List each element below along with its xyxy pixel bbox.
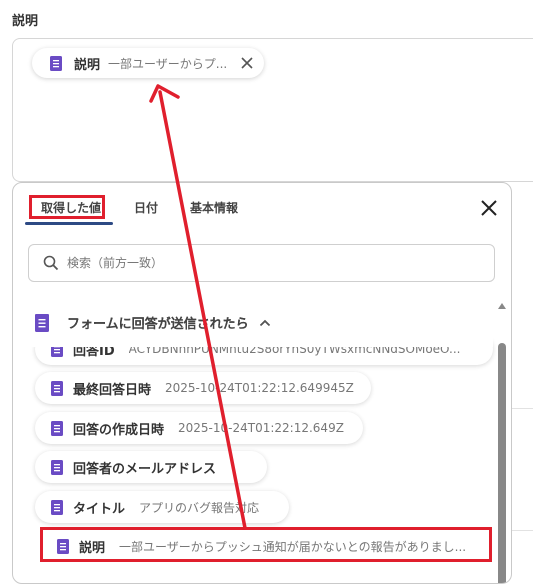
form-doc-icon bbox=[50, 55, 62, 71]
chip-value: 一部ユーザーからプ... bbox=[108, 56, 228, 71]
form-doc-icon bbox=[35, 313, 49, 332]
search-icon bbox=[43, 255, 59, 271]
form-doc-icon bbox=[51, 380, 63, 396]
form-doc-icon bbox=[51, 459, 63, 475]
description-highlight-box bbox=[40, 527, 492, 562]
chip-remove-icon[interactable] bbox=[240, 56, 254, 70]
close-icon[interactable] bbox=[480, 199, 498, 217]
bg-divider bbox=[512, 530, 533, 531]
list-item-created-at[interactable]: 回答の作成日時 2025-10-24T01:22:12.649Z bbox=[35, 412, 363, 444]
list-item-respondent-email[interactable]: 回答者のメールアドレス bbox=[35, 451, 267, 483]
tab-basic-info[interactable]: 基本情報 bbox=[190, 199, 238, 216]
item-label: タイトル bbox=[73, 501, 126, 517]
bg-divider bbox=[512, 408, 533, 409]
trigger-group-header-overlay: フォームに回答が送信されたら bbox=[35, 313, 271, 332]
item-label: 最終回答日時 bbox=[73, 382, 152, 398]
search-box[interactable] bbox=[28, 244, 495, 282]
chevron-up-icon bbox=[259, 319, 270, 326]
tab-bar: 取得した値 日付 基本情報 bbox=[13, 183, 511, 227]
form-doc-icon bbox=[51, 499, 63, 515]
tab-date[interactable]: 日付 bbox=[134, 199, 158, 216]
description-chip[interactable]: 説明 一部ユーザーからプ... bbox=[32, 48, 264, 78]
list-item-title[interactable]: タイトル アプリのバグ報告対応 bbox=[35, 491, 289, 523]
value-picker-panel: 取得した値 日付 基本情報 フォームに回答が送信されたら 回答ID ACYDBN bbox=[12, 182, 512, 584]
group-title: フォームに回答が送信されたら bbox=[67, 317, 249, 332]
item-value: 2025-10-24T01:22:12.649Z bbox=[178, 421, 344, 435]
search-input[interactable] bbox=[65, 255, 449, 271]
form-doc-icon bbox=[51, 420, 63, 436]
scroll-up-arrow-icon[interactable] bbox=[498, 303, 506, 309]
field-label: 説明 bbox=[12, 14, 39, 29]
item-label: 回答者のメールアドレス bbox=[73, 461, 217, 477]
scroll-thumb[interactable] bbox=[498, 343, 506, 583]
item-value: 2025-10-24T01:22:12.649945Z bbox=[165, 381, 354, 395]
tab-highlight-box bbox=[29, 195, 105, 219]
item-label: 回答の作成日時 bbox=[73, 422, 165, 438]
active-tab-indicator bbox=[25, 222, 113, 225]
chip-label: 説明 bbox=[74, 57, 101, 73]
scrollbar[interactable] bbox=[498, 303, 506, 583]
item-value: アプリのバグ報告対応 bbox=[139, 500, 260, 515]
list-item-last-answered[interactable]: 最終回答日時 2025-10-24T01:22:12.649945Z bbox=[35, 372, 371, 404]
